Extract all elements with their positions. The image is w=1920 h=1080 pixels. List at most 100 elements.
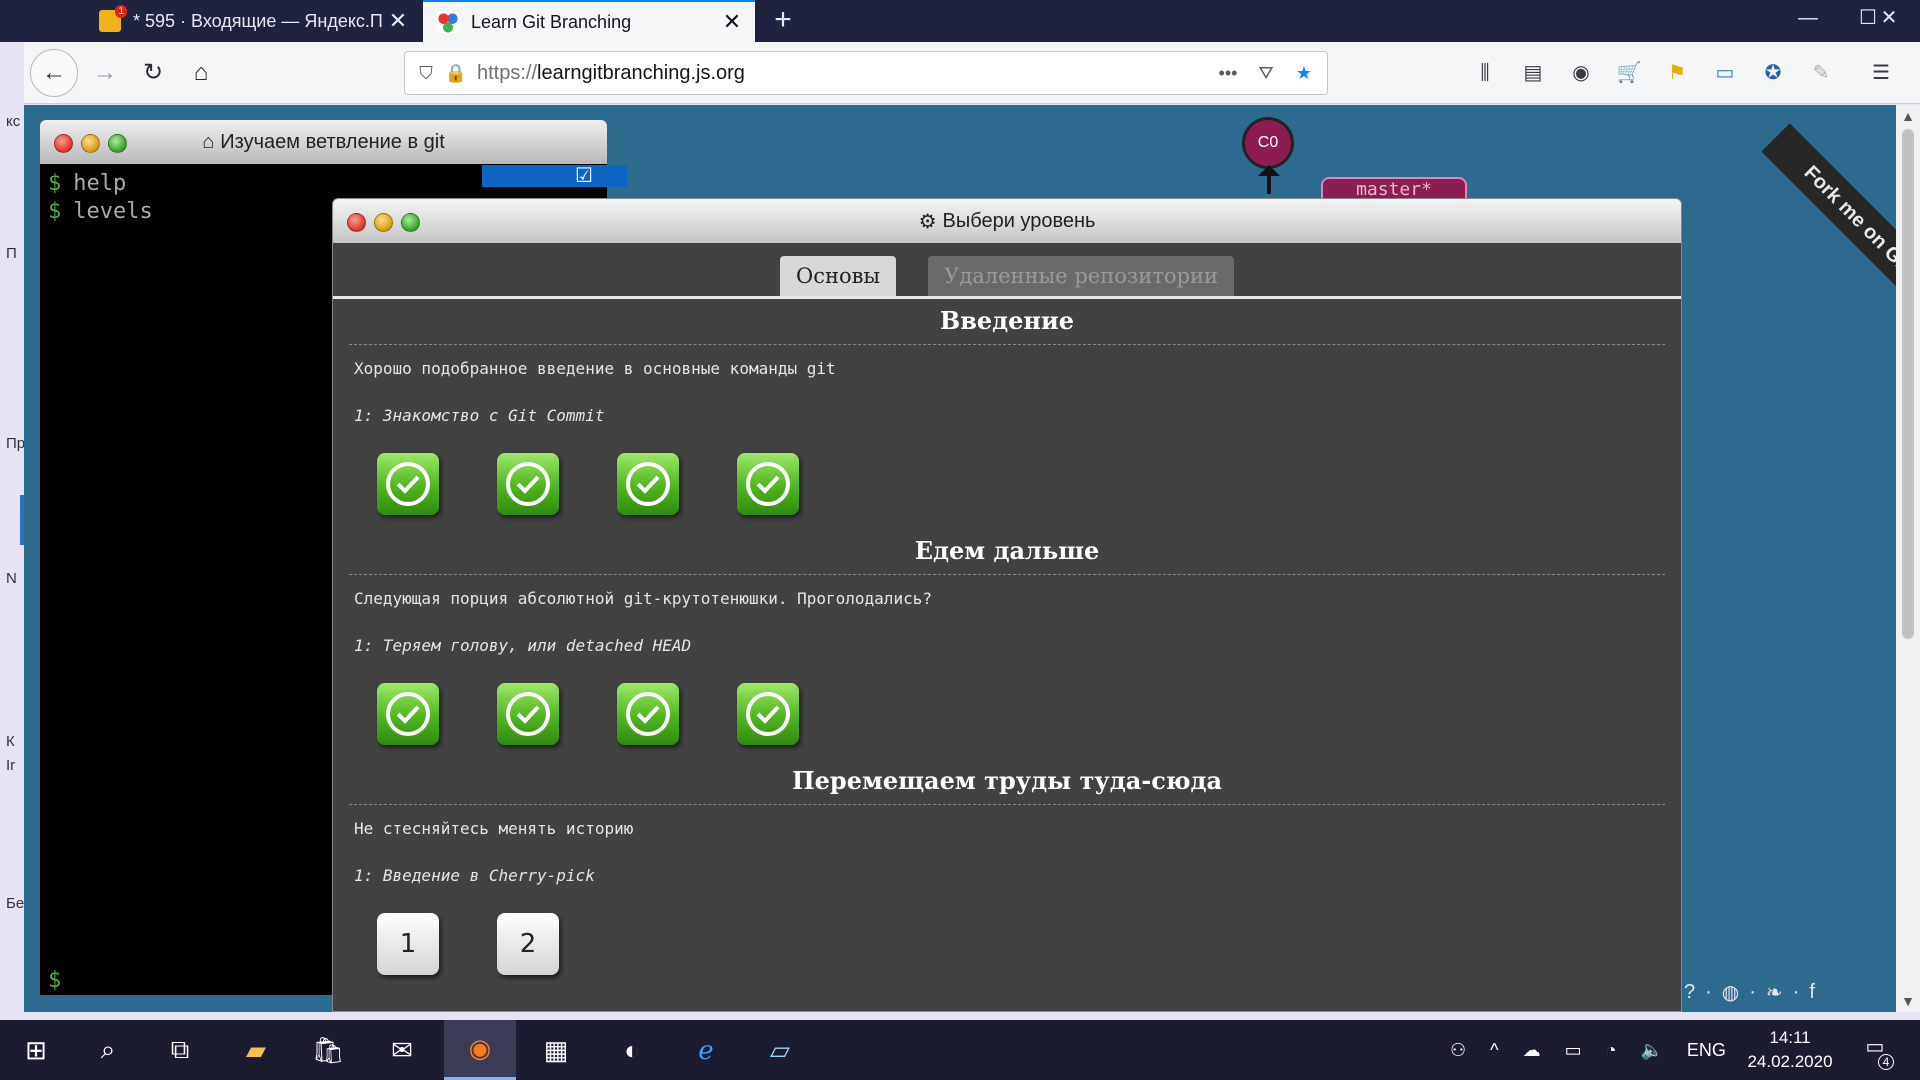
- globe-icon[interactable]: ◍: [1722, 980, 1739, 1005]
- twitter-icon[interactable]: ❧: [1766, 980, 1783, 1005]
- notification-center-icon[interactable]: ▭ 4: [1860, 1034, 1894, 1070]
- gear-icon: ⚙: [918, 210, 937, 233]
- section-title: Перемещаем труды туда-сюда: [349, 759, 1665, 805]
- level-button-completed[interactable]: [737, 683, 799, 745]
- notification-count: 4: [1878, 1054, 1894, 1070]
- flag-extension-icon[interactable]: ⚑: [1660, 56, 1694, 90]
- selected-level-name: 1: Введение в Cherry-pick: [354, 866, 595, 885]
- minimize-dot-icon[interactable]: [81, 134, 100, 153]
- tab-learn-git-branching[interactable]: Learn Git Branching ✕: [423, 0, 755, 42]
- close-window-button[interactable]: ✕: [1858, 0, 1920, 42]
- checkmark-icon: [506, 462, 550, 506]
- section-description: Следующая порция абсолютной git-крутотен…: [354, 589, 932, 608]
- level-button-completed[interactable]: [497, 453, 559, 515]
- checkmark-icon: [386, 692, 430, 736]
- library-icon[interactable]: ⫼: [1468, 56, 1502, 90]
- chevron-up-icon[interactable]: ^: [1490, 1040, 1498, 1061]
- scroll-down-icon[interactable]: ▼: [1896, 990, 1920, 1012]
- badge-extension-icon[interactable]: ✪: [1756, 56, 1790, 90]
- level-select-dialog: ⚙ Выбери уровень Основы Удаленные репози…: [332, 198, 1682, 1012]
- back-arrow-icon[interactable]: ←: [30, 49, 78, 97]
- internet-explorer-icon[interactable]: ℯ: [670, 1020, 742, 1080]
- cart-extension-icon[interactable]: 🛒: [1612, 56, 1646, 90]
- tab-basics[interactable]: Основы: [779, 256, 897, 296]
- address-bar[interactable]: ⛉ 🔒 https:// learngitbranching.js.org ••…: [404, 51, 1328, 95]
- task-view-icon[interactable]: ⧉: [144, 1020, 216, 1080]
- checkbox-icon[interactable]: ☑: [572, 165, 596, 187]
- notepad-icon[interactable]: ▱: [744, 1020, 816, 1080]
- scroll-up-icon[interactable]: ▲: [1896, 105, 1920, 127]
- section-description: Хорошо подобранное введение в основные к…: [354, 359, 836, 378]
- home-icon: ⌂: [202, 130, 215, 153]
- facebook-icon[interactable]: f: [1809, 981, 1815, 1004]
- page-footer-icons: ? · ◍ · ❧ · f: [1684, 980, 1815, 1005]
- wifi-icon[interactable]: ◔: [1606, 1040, 1617, 1061]
- help-icon[interactable]: ?: [1684, 981, 1695, 1004]
- translate-extension-icon[interactable]: ▭: [1708, 56, 1742, 90]
- minimize-dot-icon[interactable]: [374, 213, 393, 232]
- tab-yandex-mail[interactable]: * 595 · Входящие — Яндекс.П ✕: [85, 0, 421, 42]
- menu-icon[interactable]: ☰: [1864, 56, 1898, 90]
- account-icon[interactable]: ◉: [1564, 56, 1598, 90]
- more-icon[interactable]: •••: [1213, 63, 1243, 84]
- level-button-completed[interactable]: [617, 683, 679, 745]
- close-tab-icon[interactable]: ✕: [385, 8, 411, 34]
- sidebar-icon[interactable]: ▤: [1516, 56, 1550, 90]
- close-dot-icon[interactable]: [54, 134, 73, 153]
- level-button-completed[interactable]: [377, 683, 439, 745]
- tab-title: Learn Git Branching: [471, 11, 632, 32]
- mail-icon[interactable]: ✉: [366, 1020, 438, 1080]
- lock-icon[interactable]: 🔒: [441, 63, 471, 84]
- firefox-icon[interactable]: ◉: [444, 1020, 516, 1080]
- navigation-toolbar: ← → ↻ ⌂ ⛉ 🔒 https:// learngitbranching.j…: [24, 42, 1920, 104]
- level-button-completed[interactable]: [737, 453, 799, 515]
- pocket-icon[interactable]: ⛛: [1251, 63, 1281, 84]
- battery-icon[interactable]: ▭: [1565, 1040, 1582, 1061]
- level-button-completed[interactable]: [617, 453, 679, 515]
- section-title: Введение: [349, 299, 1665, 345]
- bookmark-star-icon[interactable]: ★: [1289, 63, 1319, 84]
- page-scrollbar[interactable]: ▲ ▼: [1896, 105, 1920, 1012]
- volume-icon[interactable]: 🔈: [1640, 1040, 1662, 1061]
- forward-arrow-icon[interactable]: →: [88, 56, 122, 90]
- checkmark-icon: [626, 692, 670, 736]
- commit-arrow: [1258, 165, 1280, 194]
- close-dot-icon[interactable]: [347, 213, 366, 232]
- file-explorer-icon[interactable]: ▰: [220, 1020, 292, 1080]
- clock-date: 24.02.2020: [1747, 1052, 1833, 1071]
- search-icon[interactable]: ⌕: [72, 1020, 144, 1080]
- clock[interactable]: 14:11 24.02.2020: [1730, 1026, 1850, 1074]
- level-button-completed[interactable]: [377, 453, 439, 515]
- zoom-dot-icon[interactable]: [108, 134, 127, 153]
- store-icon[interactable]: 🛍: [292, 1020, 364, 1080]
- gimp-icon[interactable]: ◐: [596, 1020, 668, 1080]
- desktop-edge-strip: кс П Пр N К Ir Бе: [0, 105, 26, 1012]
- level-section: Перемещаем труды туда-сюда Не стесняйтес…: [333, 759, 1681, 989]
- language-indicator[interactable]: ENG: [1687, 1040, 1726, 1061]
- calculator-icon[interactable]: ▦: [520, 1020, 592, 1080]
- edge-text: Пр: [6, 435, 26, 452]
- start-windows-icon[interactable]: ⊞: [0, 1020, 72, 1080]
- minimize-button[interactable]: —: [1778, 0, 1838, 42]
- onedrive-cloud-icon[interactable]: ☁: [1523, 1040, 1541, 1061]
- edge-text: Бе: [6, 895, 25, 912]
- new-tab-button[interactable]: +: [768, 0, 798, 42]
- terminal-titlebar: ⌂ Изучаем ветвление в git: [40, 120, 607, 164]
- home-icon[interactable]: ⌂: [184, 56, 218, 90]
- reload-icon[interactable]: ↻: [136, 56, 170, 90]
- level-button[interactable]: 2: [497, 913, 559, 975]
- scroll-thumb[interactable]: [1902, 129, 1914, 639]
- close-tab-icon[interactable]: ✕: [719, 9, 745, 35]
- zoom-dot-icon[interactable]: [401, 213, 420, 232]
- people-icon[interactable]: ⚇: [1450, 1040, 1466, 1061]
- sequence-tabs: Основы Удаленные репозитории: [333, 243, 1681, 299]
- level-button[interactable]: 1: [377, 913, 439, 975]
- terminal-input-prompt[interactable]: $: [48, 968, 61, 993]
- edge-text: кс: [6, 113, 21, 130]
- tracking-shield-icon[interactable]: ⛉: [411, 63, 441, 84]
- tool-extension-icon[interactable]: ✎: [1804, 56, 1838, 90]
- level-section: Едем дальше Следующая порция абсолютной …: [333, 529, 1681, 759]
- system-tray: ⚇ ^ ☁ ▭ ◔ 🔈 ENG: [1450, 1020, 1726, 1080]
- tab-remote-repositories[interactable]: Удаленные репозитории: [928, 256, 1235, 296]
- level-button-completed[interactable]: [497, 683, 559, 745]
